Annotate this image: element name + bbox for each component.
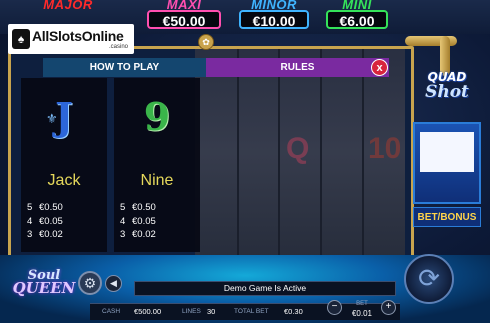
jack-symbol: J (55, 94, 73, 139)
logo-subtext: .casino (108, 44, 128, 50)
total-bet-label: TOTAL BET (234, 308, 269, 315)
game-logo-line2: QUEEN (12, 279, 76, 297)
help-tabs: HOW TO PLAY RULES (43, 58, 389, 77)
jackpot-maxi-value: €50.00 (147, 10, 221, 29)
spin-arrows-icon: ⟳ (418, 263, 440, 293)
bet-increase-button[interactable]: + (381, 300, 396, 315)
paytable-card-nine: 9 Nine 5 €0.50 4 €0.05 3 €0.02 (114, 78, 200, 252)
jackpot-major-name: MAJOR (43, 0, 93, 12)
speaker-icon[interactable]: ◀ (105, 275, 122, 292)
card-icon: ♠ (12, 29, 30, 49)
pay-value: €0.02 (39, 229, 63, 240)
symbol-name: Nine (140, 172, 174, 189)
cash-label: CASH (102, 308, 121, 315)
pay-count: 5 (120, 202, 126, 213)
quad-shot-logo: QUAD Shot (412, 70, 482, 122)
pay-count: 3 (120, 229, 126, 240)
bonus-meter-display (420, 132, 474, 172)
tab-rules[interactable]: RULES (206, 58, 389, 77)
jackpot-mini: MINI €6.00 (322, 0, 392, 30)
jackpot-minor: MINOR €10.00 (235, 0, 313, 30)
cash-value: €500.00 (134, 307, 162, 316)
fleur-icon: ⚜ (46, 111, 58, 126)
status-message: Demo Game Is Active (134, 281, 396, 296)
logo-text: AllSlotsOnline (32, 28, 124, 44)
pay-count: 5 (27, 202, 33, 213)
jackpot-maxi: MAXI €50.00 (143, 0, 225, 30)
pay-value: €0.50 (39, 202, 63, 213)
total-bet-value: €0.30 (284, 307, 303, 316)
jackpot-mini-value: €6.00 (326, 10, 388, 29)
reel-divider (362, 49, 364, 255)
reel-symbol-queen: Q (286, 132, 310, 165)
bonus-meter (413, 122, 481, 204)
gear-icon[interactable]: ⚙ (78, 271, 102, 295)
lines-label: LINES (182, 308, 201, 315)
bet-label: BET (356, 301, 368, 307)
tab-how-to-play[interactable]: HOW TO PLAY (43, 58, 206, 77)
lines-value: 30 (207, 307, 216, 316)
reel-divider (237, 49, 239, 255)
spin-button[interactable]: ⟳ (404, 254, 454, 304)
reel-divider (320, 49, 322, 255)
pay-list: 5 €0.50 4 €0.05 3 €0.02 (27, 201, 63, 242)
pay-value: €0.05 (132, 215, 156, 227)
slot-game: MAJOR MAXI €50.00 MINOR €10.00 MINI €6.0… (0, 0, 490, 323)
pay-list: 5 €0.50 4 €0.05 3 €0.02 (120, 201, 156, 242)
game-logo: Soul QUEEN (6, 268, 82, 312)
bet-bonus-button[interactable]: BET/BONUS (413, 207, 481, 227)
nine-symbol: 9 (143, 94, 171, 139)
pay-count: 3 (27, 229, 33, 240)
reel-symbol-ten: 10 (368, 132, 402, 165)
rose-icon: ✿ (198, 34, 214, 50)
jackpot-minor-value: €10.00 (239, 10, 309, 29)
symbol-name: Jack (47, 172, 81, 189)
pay-value: €0.05 (39, 215, 63, 227)
pay-count: 4 (27, 215, 33, 227)
bet-decrease-button[interactable]: − (327, 300, 342, 315)
close-button[interactable]: x (371, 59, 388, 76)
pay-value: €0.50 (132, 202, 156, 213)
bet-value: €0.01 (351, 309, 373, 318)
paytable-card-jack: J ⚜ Jack 5 €0.50 4 €0.05 3 €0.02 (21, 78, 107, 252)
quad-shot-line2: Shot (425, 82, 469, 102)
reel-divider (278, 49, 280, 255)
pay-count: 4 (120, 215, 126, 227)
pay-value: €0.02 (132, 229, 156, 240)
casino-logo: ♠ AllSlotsOnline .casino (8, 24, 134, 54)
